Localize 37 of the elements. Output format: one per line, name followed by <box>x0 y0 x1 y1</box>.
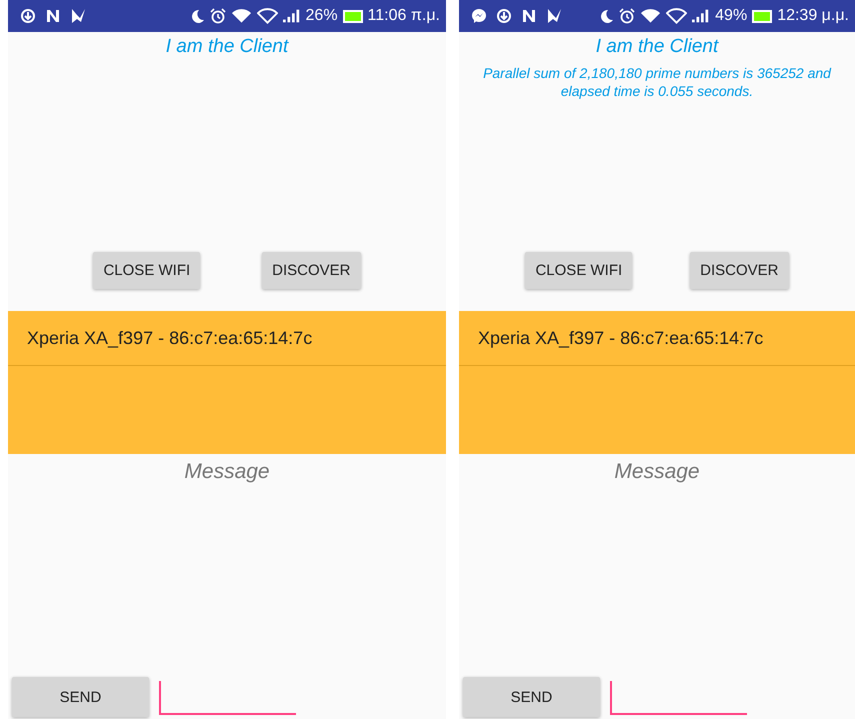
download-icon <box>20 8 36 24</box>
message-input-field[interactable] <box>610 681 747 715</box>
wifi-icon <box>256 8 278 24</box>
device-list-item[interactable]: Xperia XA_f397 - 86:c7:ea:65:14:7c <box>8 311 446 366</box>
device-list-item[interactable]: Xperia XA_f397 - 86:c7:ea:65:14:7c <box>459 311 855 366</box>
action-button[interactable]: CLOSE WIFI <box>525 252 632 289</box>
moon-icon <box>598 8 614 24</box>
status-time: 12:39 μ.μ. <box>777 7 849 25</box>
battery-percent: 49% <box>715 7 748 25</box>
signal-icon <box>282 8 301 24</box>
wifi-icon <box>666 8 688 24</box>
send-button[interactable]: SEND <box>463 677 600 717</box>
action-button[interactable]: DISCOVER <box>262 252 361 289</box>
alarm-icon <box>210 8 226 24</box>
screen-title: I am the Client <box>164 36 290 58</box>
alarm-icon <box>619 8 636 24</box>
screen-title: I am the Client <box>594 36 720 58</box>
wifi-icon <box>640 8 662 24</box>
signal-icon <box>692 8 710 24</box>
n-logo-icon <box>45 8 61 24</box>
battery-icon <box>342 10 363 22</box>
message-input-field[interactable] <box>159 681 296 715</box>
check-flag-icon <box>546 8 562 24</box>
battery-percent: 26% <box>306 7 338 25</box>
send-button[interactable]: SEND <box>12 677 149 717</box>
download-icon <box>496 8 512 24</box>
message-label: Message <box>613 460 701 484</box>
result-text: Parallel sum of 2,180,180 prime numbers is 365252 and elapsed time is 0.055 seconds. <box>482 64 832 100</box>
action-button[interactable]: DISCOVER <box>690 252 789 289</box>
check-flag-icon <box>70 8 86 24</box>
wifi-icon <box>230 8 252 24</box>
action-button[interactable]: CLOSE WIFI <box>93 252 200 289</box>
battery-icon <box>752 10 772 22</box>
n-logo-icon <box>521 8 537 24</box>
message-label: Message <box>183 460 271 484</box>
chat-bubble-icon <box>471 8 487 24</box>
status-time: 11:06 π.μ. <box>368 7 440 25</box>
